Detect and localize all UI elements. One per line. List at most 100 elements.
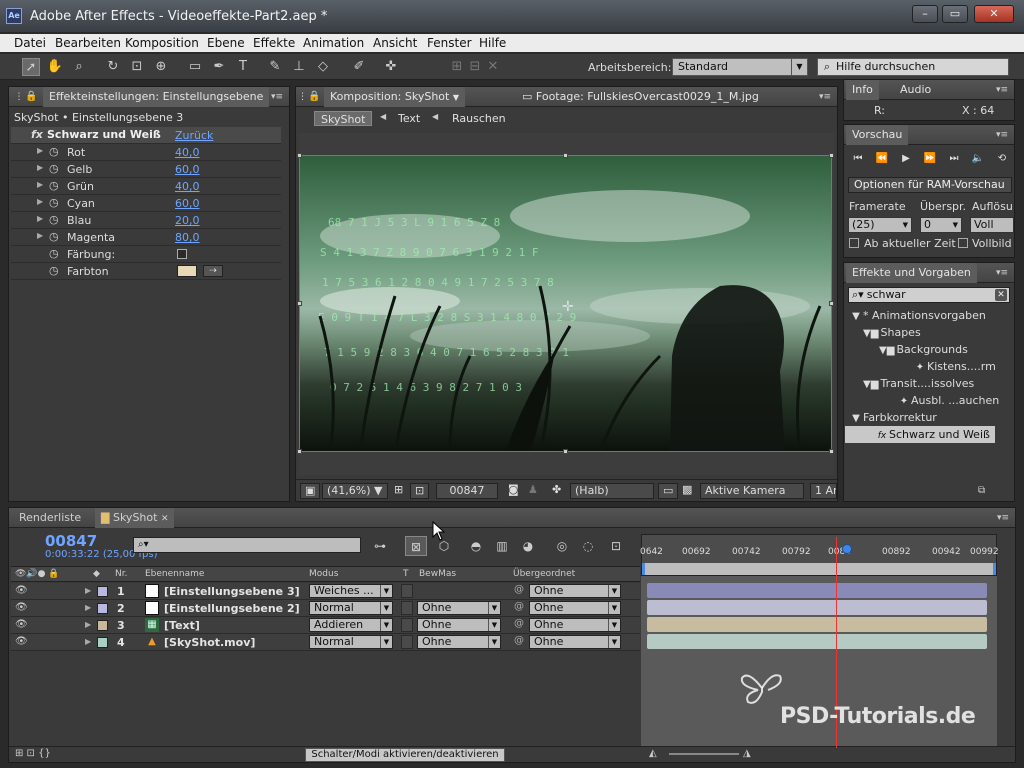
comp-mini-flowchart-icon[interactable]: ⊶ (369, 536, 391, 556)
menu-hilfe[interactable]: Hilfe (479, 36, 506, 50)
tint-color-swatch[interactable] (177, 265, 197, 277)
chevron-down-icon[interactable]: ▼ (453, 93, 459, 102)
grid-icon[interactable]: ⊞ (390, 483, 407, 499)
layer-row[interactable]: 👁 ▶ 3 ▦ [Text] Addieren ▼ Ohne ▼ @ Ohne ▼ (11, 617, 640, 634)
stopwatch-icon[interactable]: ◷ (49, 213, 59, 226)
expand-triangle-icon[interactable]: ▶ (37, 146, 43, 155)
transparency-grid-icon[interactable]: ▩ (678, 483, 696, 499)
last-frame-icon[interactable]: ⏭ (944, 151, 964, 167)
play-icon[interactable]: ▶ (896, 151, 916, 167)
tab-composition[interactable]: Komposition: SkyShot ▼ (324, 87, 466, 107)
auto-keyframe-icon[interactable]: ◌ (577, 536, 599, 556)
resolution-select[interactable]: (Halb) (570, 483, 654, 499)
visibility-icon[interactable]: 👁 (15, 602, 28, 613)
transform-handle[interactable] (829, 449, 834, 454)
effects-search-input[interactable]: ⌕▾ schwar ✕ (848, 287, 1010, 303)
parent-select[interactable]: Ohne ▼ (529, 584, 621, 598)
hand-tool-icon[interactable]: ✋ (46, 58, 64, 76)
lock-icon[interactable]: 🔒 (306, 87, 322, 107)
label-color-chip[interactable] (97, 586, 108, 597)
tab-audio[interactable]: Audio (894, 80, 937, 100)
timeline-timecode[interactable]: 00847 (45, 532, 97, 550)
transform-handle[interactable] (829, 301, 834, 306)
rotate-tool-icon[interactable]: ↻ (104, 58, 122, 76)
expand-triangle-icon[interactable]: ▶ (37, 214, 43, 223)
nav-text[interactable]: Text (392, 111, 426, 126)
menu-bearbeiten[interactable]: Bearbeiten (55, 36, 121, 50)
graph-editor-icon[interactable]: ⊡ (605, 536, 627, 556)
mode-select[interactable]: Normal ▼ (309, 635, 393, 649)
layer-name[interactable]: [Einstellungsebene 3] (164, 585, 300, 598)
brainstorm-icon[interactable]: ◎ (551, 536, 573, 556)
frame-blending-icon[interactable]: ▥ (491, 536, 513, 556)
views-select[interactable]: 1 An (810, 483, 837, 499)
tree-item-animation-presets[interactable]: ▼ * Animationsvorgaben (845, 307, 995, 324)
layer-duration-bar[interactable] (647, 583, 987, 598)
stopwatch-icon[interactable]: ◷ (49, 179, 59, 192)
reset-link[interactable]: Zurück (175, 129, 213, 142)
brush-tool-icon[interactable]: ✎ (266, 58, 284, 76)
lock-icon[interactable]: 🔒 (23, 87, 39, 107)
type-tool-icon[interactable]: T (234, 58, 252, 76)
zoom-select[interactable]: (41,6%) ▼ (322, 483, 388, 499)
maximize-button[interactable]: ▭ (942, 5, 968, 23)
layer-name[interactable]: [Text] (164, 619, 200, 632)
current-time-indicator[interactable] (842, 544, 852, 554)
roto-brush-tool-icon[interactable]: ✐ (350, 58, 368, 76)
preserve-transparency-checkbox[interactable] (401, 618, 413, 632)
panel-menu-icon[interactable]: ▾≡ (994, 84, 1010, 96)
tab-effects-presets[interactable]: Effekte und Vorgaben (846, 263, 977, 283)
label-color-chip[interactable] (97, 620, 108, 631)
tab-render-queue[interactable]: Renderliste (13, 508, 87, 528)
puppet-pin-tool-icon[interactable]: ✜ (382, 58, 400, 76)
parent-select[interactable]: Ohne ▼ (529, 601, 621, 615)
loop-icon[interactable]: ⟲ (992, 151, 1012, 167)
tree-item-transitions[interactable]: ▼▆ Transit....issolves (845, 375, 995, 392)
pickwhip-icon[interactable]: @ (514, 635, 524, 646)
menu-animation[interactable]: Animation (303, 36, 364, 50)
nav-skyshot[interactable]: SkyShot (314, 111, 373, 126)
workspace-select[interactable]: Standard ▼ (672, 58, 808, 76)
mode-select[interactable]: Addieren ▼ (309, 618, 393, 632)
fullscreen-checkbox[interactable] (958, 238, 968, 248)
stopwatch-icon[interactable]: ◷ (49, 145, 59, 158)
transform-handle[interactable] (297, 153, 302, 158)
motion-blur-icon[interactable]: ◕ (517, 536, 539, 556)
eyedropper-icon[interactable]: ⇢ (203, 265, 223, 277)
live-update-icon[interactable]: ⊠ (405, 536, 427, 556)
expand-triangle-icon[interactable]: ▶ (85, 586, 91, 595)
rectangle-tool-icon[interactable]: ▭ (186, 58, 204, 76)
mode-select[interactable]: Weiches ... ▼ (309, 584, 393, 598)
panel-menu-icon[interactable]: ▾≡ (994, 267, 1010, 279)
region-of-interest-icon[interactable]: ▭ (658, 483, 679, 499)
tab-footage[interactable]: ▭ Footage: FullskiesOvercast0029_1_M.jpg (516, 87, 765, 107)
expand-triangle-icon[interactable]: ▶ (85, 620, 91, 629)
panel-menu-icon[interactable]: ▾≡ (994, 129, 1010, 141)
tab-skyshot-timeline[interactable]: ▇ SkyShot ✕ (95, 508, 175, 528)
expand-triangle-icon[interactable]: ▶ (85, 603, 91, 612)
transform-handle[interactable] (297, 301, 302, 306)
next-frame-icon[interactable]: ⏩ (920, 151, 940, 167)
fx-icon[interactable]: fx (31, 128, 43, 141)
audio-icon[interactable]: 🔈 (968, 151, 988, 167)
selection-tool-icon[interactable]: ➚ (22, 58, 40, 76)
zoom-tool-icon[interactable]: ⌕ (70, 58, 88, 76)
axis-local-icon[interactable]: ⊞ (448, 58, 466, 76)
layer-duration-bar[interactable] (647, 634, 987, 649)
axis-view-icon[interactable]: ✕ (484, 58, 502, 76)
close-icon[interactable]: ✕ (161, 514, 169, 524)
transform-handle[interactable] (829, 153, 834, 158)
panel-menu-icon[interactable]: ▾≡ (995, 512, 1011, 524)
tab-info[interactable]: Info (846, 80, 879, 100)
eraser-tool-icon[interactable]: ◇ (314, 58, 332, 76)
new-folder-icon[interactable]: ⧉ (978, 485, 985, 496)
tree-item-preset-kistens[interactable]: ✦ Kistens....rm (845, 358, 996, 375)
toggle-switches-icon[interactable]: ⊞ ⊡ {} (15, 748, 51, 759)
layer-row[interactable]: 👁 ▶ 1 [Einstellungsebene 3] Weiches ... ▼… (11, 583, 640, 600)
minimize-button[interactable]: – (912, 5, 938, 23)
from-current-checkbox[interactable] (849, 238, 859, 248)
pickwhip-icon[interactable]: @ (514, 618, 524, 629)
transform-handle[interactable] (563, 153, 568, 158)
param-value[interactable]: 80,0 (175, 231, 200, 244)
tree-item-schwarz-und-weiss[interactable]: fx Schwarz und Weiß (845, 426, 995, 443)
